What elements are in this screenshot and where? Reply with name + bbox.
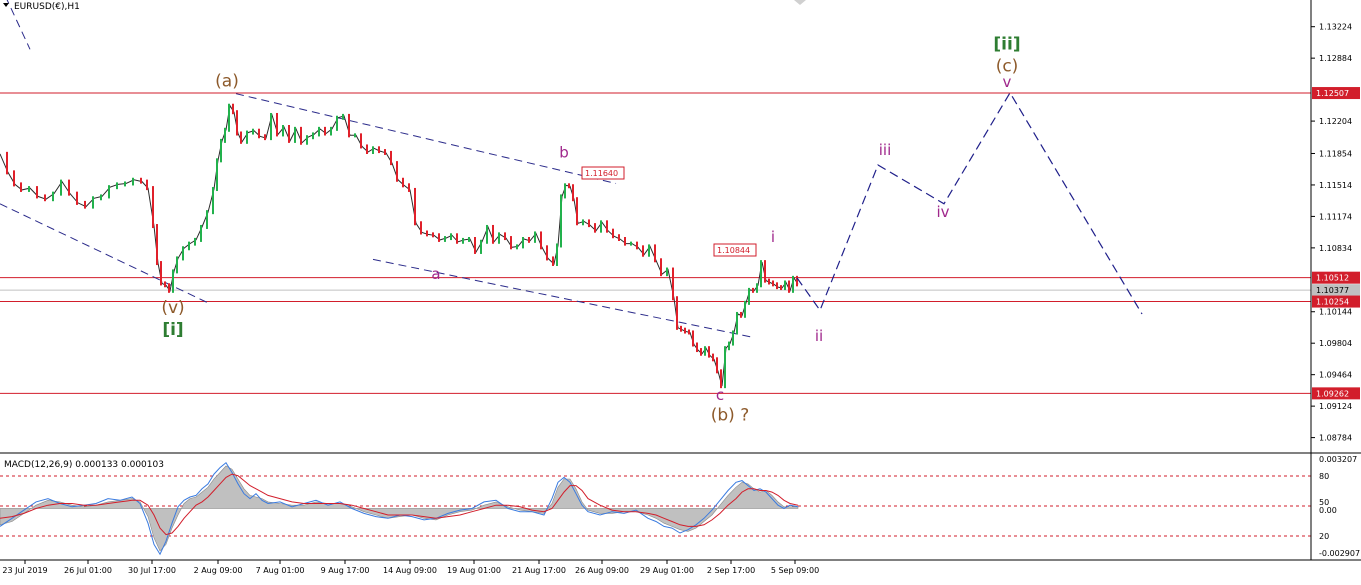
wave-label: iv: [936, 203, 949, 221]
wave-label: ii: [815, 327, 823, 345]
macd-header: MACD(12,26,9) 0.000133 0.000103: [4, 460, 164, 470]
wave-label: [i]: [162, 320, 183, 340]
x-tick-label: 7 Aug 01:00: [256, 566, 305, 575]
y-tick-label: 1.12884: [1319, 54, 1352, 63]
x-tick-label: 26 Jul 01:00: [64, 566, 112, 575]
macd-y-tick-label: 0.00: [1319, 506, 1337, 515]
y-tick-label: 1.12204: [1319, 117, 1352, 126]
macd-y-tick-label: 80: [1319, 472, 1329, 481]
macd-title: MACD(12,26,9) 0.000133 0.000103: [4, 460, 164, 470]
x-tick-label: 21 Aug 17:00: [512, 566, 566, 575]
macd-y-tick-label: 0.003207: [1319, 455, 1357, 464]
x-tick-label: 9 Aug 17:00: [321, 566, 370, 575]
price-marker-label: 1.10844: [717, 246, 750, 255]
wave-label: c: [716, 386, 724, 404]
macd-y-tick-label: 20: [1319, 532, 1329, 541]
y-tick-label: 1.13224: [1319, 23, 1352, 32]
wave-label: v: [1003, 73, 1012, 91]
price-label: 1.10512: [1316, 274, 1349, 283]
eurusd-h1-chart: 1.11640 1.10844 [ii] (c) v (a) b iii iv i a ii (v) [i…: [0, 0, 1361, 581]
wave-label: (a): [215, 71, 239, 91]
y-tick-label: 1.08784: [1319, 434, 1352, 443]
price-label: 1.12507: [1316, 89, 1349, 98]
wave-label: (v): [161, 298, 184, 318]
price-label: 1.09262: [1316, 389, 1349, 398]
y-tick-label: 1.09804: [1319, 339, 1352, 348]
x-tick-label: 30 Jul 17:00: [128, 566, 176, 575]
chart-canvas: 1.116401.10844[ii](c)v(a)b iiiiviaii(v)[i…: [0, 0, 1361, 581]
price-label: 1.10377: [1316, 286, 1349, 295]
y-tick-label: 1.11514: [1319, 181, 1352, 190]
wave-label: [ii]: [993, 34, 1020, 54]
x-tick-label: 26 Aug 09:00: [575, 566, 629, 575]
y-tick-label: 1.11854: [1319, 149, 1352, 158]
wave-label: a: [431, 265, 440, 283]
y-tick-label: 1.09464: [1319, 371, 1352, 380]
x-tick-label: 5 Sep 09:00: [771, 566, 819, 575]
x-tick-label: 19 Aug 01:00: [447, 566, 501, 575]
wave-label: i: [771, 228, 775, 246]
price-label: 1.10254: [1316, 298, 1349, 307]
x-tick-label: 2 Sep 17:00: [707, 566, 755, 575]
wave-label: (b) ?: [711, 405, 749, 425]
x-tick-label: 29 Aug 01:00: [640, 566, 694, 575]
wave-label: iii: [879, 141, 892, 159]
price-marker-label: 1.11640: [585, 169, 618, 178]
x-tick-label: 23 Jul 2019: [2, 566, 47, 575]
y-tick-label: 1.11174: [1319, 212, 1352, 221]
x-tick-label: 2 Aug 09:00: [194, 566, 243, 575]
macd-y-tick-label: -0.002907: [1319, 549, 1360, 558]
x-tick-label: 14 Aug 09:00: [383, 566, 437, 575]
wave-label: b: [559, 144, 569, 162]
y-tick-label: 1.10144: [1319, 308, 1352, 317]
y-tick-label: 1.09124: [1319, 402, 1352, 411]
y-tick-label: 1.10834: [1319, 244, 1352, 253]
chart-title: EURUSD(€),H1: [14, 2, 80, 12]
